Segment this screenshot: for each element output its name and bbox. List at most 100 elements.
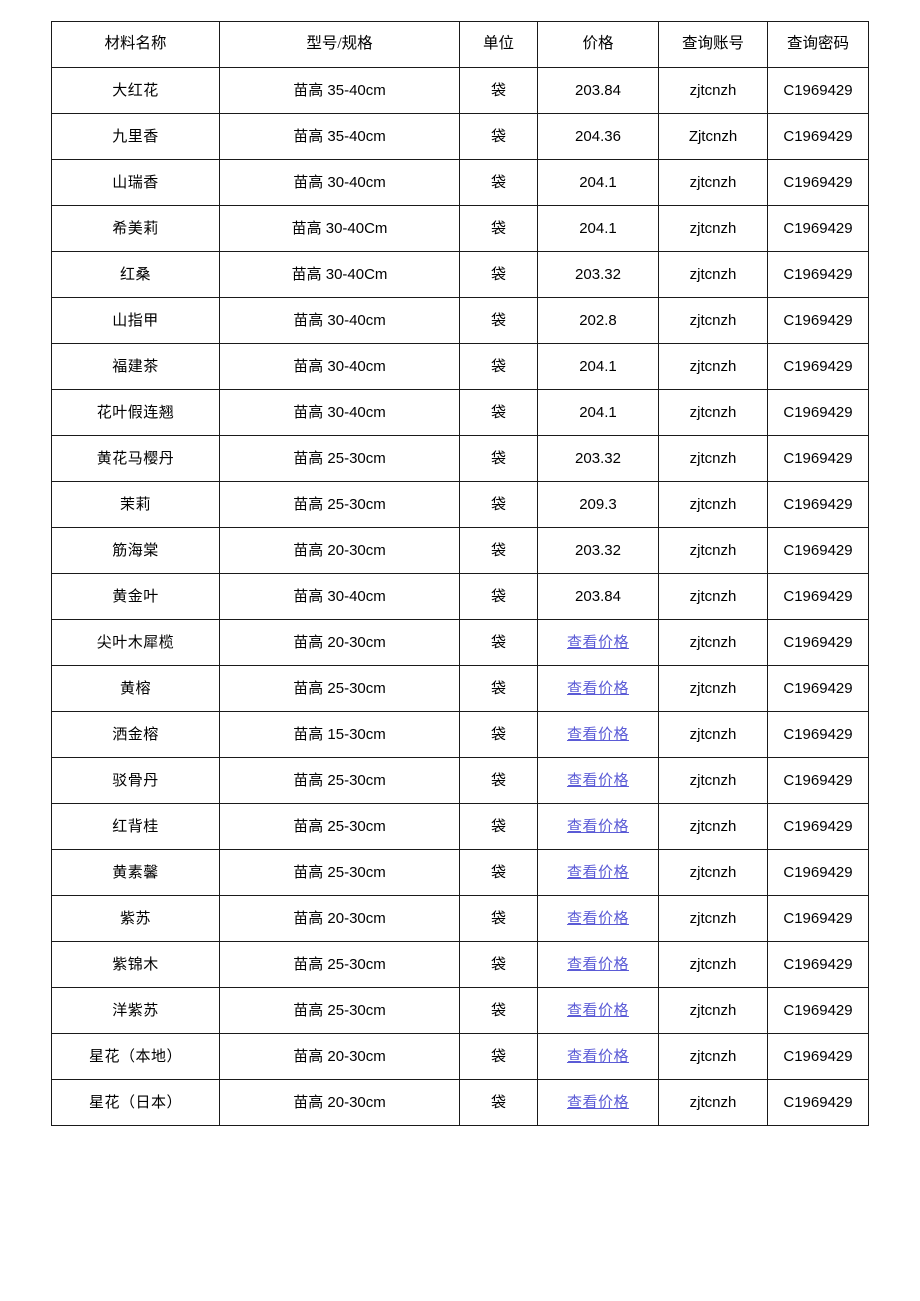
table-header: 材料名称 型号/规格 单位 价格 查询账号 查询密码 [51,21,869,68]
cell-query-password: C1969429 [767,711,869,758]
cell-unit: 袋 [459,711,538,758]
cell-price: 203.32 [537,527,659,574]
cell-unit: 袋 [459,987,538,1034]
cell-model-spec: 苗高 30-40Cm [219,251,460,298]
table-row: 红桑 苗高 30-40Cm 袋 203.32 zjtcnzh C1969429 [51,251,869,298]
cell-query-account: zjtcnzh [658,665,768,712]
view-price-link[interactable]: 查看价格 [567,1003,629,1019]
cell-unit: 袋 [459,757,538,804]
cell-query-account: zjtcnzh [658,849,768,896]
cell-unit: 袋 [459,665,538,712]
cell-price: 204.1 [537,343,659,390]
cell-model-spec: 苗高 25-30cm [219,849,460,896]
cell-model-spec: 苗高 25-30cm [219,481,460,528]
cell-model-spec: 苗高 30-40cm [219,159,460,206]
price-table-container: 材料名称 型号/规格 单位 价格 查询账号 查询密码 大红花 苗高 35-40cm… [51,21,869,1126]
cell-price: 204.1 [537,159,659,206]
cell-query-password: C1969429 [767,251,869,298]
cell-unit: 袋 [459,297,538,344]
table-row: 尖叶木犀榄 苗高 20-30cm 袋 查看价格 zjtcnzh C1969429 [51,619,869,666]
view-price-link[interactable]: 查看价格 [567,635,629,651]
cell-query-password: C1969429 [767,527,869,574]
cell-unit: 袋 [459,389,538,436]
cell-price: 204.1 [537,389,659,436]
cell-query-account: zjtcnzh [658,251,768,298]
cell-unit: 袋 [459,895,538,942]
cell-query-account: zjtcnzh [658,619,768,666]
table-row: 希美莉 苗高 30-40Cm 袋 204.1 zjtcnzh C1969429 [51,205,869,252]
cell-material-name: 驳骨丹 [51,757,220,804]
cell-model-spec: 苗高 20-30cm [219,619,460,666]
table-row: 红背桂 苗高 25-30cm 袋 查看价格 zjtcnzh C1969429 [51,803,869,850]
table-header-row: 材料名称 型号/规格 单位 价格 查询账号 查询密码 [51,21,869,68]
cell-material-name: 紫苏 [51,895,220,942]
view-price-link[interactable]: 查看价格 [567,681,629,697]
table-body: 大红花 苗高 35-40cm 袋 203.84 zjtcnzh C1969429 九里香 苗高… [51,67,869,1126]
table-row: 紫苏 苗高 20-30cm 袋 查看价格 zjtcnzh C1969429 [51,895,869,942]
cell-price: 203.32 [537,435,659,482]
cell-query-account: zjtcnzh [658,67,768,114]
cell-price: 查看价格 [537,665,659,712]
cell-unit: 袋 [459,481,538,528]
table-row: 紫锦木 苗高 25-30cm 袋 查看价格 zjtcnzh C1969429 [51,941,869,988]
cell-price: 209.3 [537,481,659,528]
cell-material-name: 黄花马樱丹 [51,435,220,482]
cell-query-password: C1969429 [767,849,869,896]
cell-model-spec: 苗高 15-30cm [219,711,460,758]
table-row: 星花（日本） 苗高 20-30cm 袋 查看价格 zjtcnzh C1969429 [51,1079,869,1126]
cell-query-password: C1969429 [767,987,869,1034]
table-row: 山指甲 苗高 30-40cm 袋 202.8 zjtcnzh C1969429 [51,297,869,344]
view-price-link[interactable]: 查看价格 [567,865,629,881]
cell-model-spec: 苗高 30-40Cm [219,205,460,252]
cell-query-account: zjtcnzh [658,1079,768,1126]
cell-query-account: zjtcnzh [658,389,768,436]
cell-query-account: zjtcnzh [658,573,768,620]
view-price-link[interactable]: 查看价格 [567,911,629,927]
table-row: 星花（本地） 苗高 20-30cm 袋 查看价格 zjtcnzh C1969429 [51,1033,869,1080]
cell-query-account: zjtcnzh [658,435,768,482]
table-row: 茉莉 苗高 25-30cm 袋 209.3 zjtcnzh C1969429 [51,481,869,528]
column-header-model-spec: 型号/规格 [219,21,460,68]
view-price-link[interactable]: 查看价格 [567,819,629,835]
cell-query-password: C1969429 [767,941,869,988]
column-header-unit: 单位 [459,21,538,68]
cell-query-password: C1969429 [767,205,869,252]
cell-query-account: zjtcnzh [658,159,768,206]
cell-query-account: zjtcnzh [658,297,768,344]
table-row: 黄花马樱丹 苗高 25-30cm 袋 203.32 zjtcnzh C1969429 [51,435,869,482]
cell-unit: 袋 [459,113,538,160]
document-page: 材料名称 型号/规格 单位 价格 查询账号 查询密码 大红花 苗高 35-40cm… [0,0,920,1301]
cell-model-spec: 苗高 25-30cm [219,665,460,712]
cell-material-name: 紫锦木 [51,941,220,988]
view-price-link[interactable]: 查看价格 [567,1095,629,1111]
cell-material-name: 九里香 [51,113,220,160]
view-price-link[interactable]: 查看价格 [567,773,629,789]
cell-material-name: 星花（日本） [51,1079,220,1126]
cell-model-spec: 苗高 30-40cm [219,389,460,436]
cell-material-name: 红桑 [51,251,220,298]
cell-query-account: zjtcnzh [658,711,768,758]
cell-unit: 袋 [459,527,538,574]
cell-material-name: 星花（本地） [51,1033,220,1080]
cell-price: 203.32 [537,251,659,298]
cell-model-spec: 苗高 25-30cm [219,987,460,1034]
cell-query-password: C1969429 [767,895,869,942]
view-price-link[interactable]: 查看价格 [567,1049,629,1065]
cell-query-account: zjtcnzh [658,757,768,804]
cell-material-name: 希美莉 [51,205,220,252]
cell-query-account: zjtcnzh [658,205,768,252]
cell-material-name: 洒金榕 [51,711,220,758]
cell-query-account: zjtcnzh [658,343,768,390]
cell-price: 查看价格 [537,987,659,1034]
cell-unit: 袋 [459,573,538,620]
cell-query-account: zjtcnzh [658,803,768,850]
cell-material-name: 黄金叶 [51,573,220,620]
cell-query-account: zjtcnzh [658,987,768,1034]
view-price-link[interactable]: 查看价格 [567,957,629,973]
table-row: 福建茶 苗高 30-40cm 袋 204.1 zjtcnzh C1969429 [51,343,869,390]
cell-query-account: zjtcnzh [658,895,768,942]
cell-material-name: 福建茶 [51,343,220,390]
cell-unit: 袋 [459,67,538,114]
view-price-link[interactable]: 查看价格 [567,727,629,743]
cell-query-password: C1969429 [767,113,869,160]
